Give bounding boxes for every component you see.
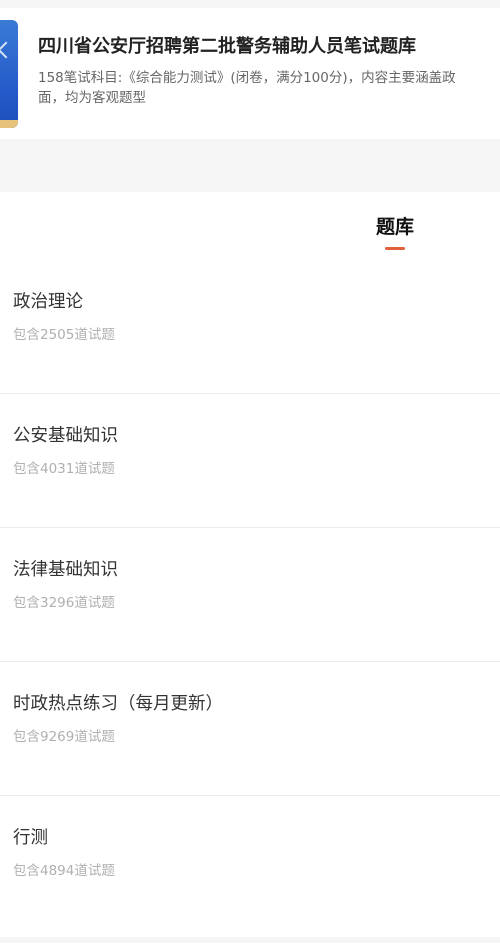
- cover-chevron-icon: [0, 41, 15, 59]
- list-item-title: 时政热点练习（每月更新）: [13, 694, 223, 714]
- list-item-title: 公安基础知识: [13, 426, 118, 446]
- list-item-current-affairs[interactable]: 时政热点练习（每月更新） 包含9269道试题: [0, 662, 500, 796]
- bank-description: 158笔试科目:《综合能力测试》(闭卷，满分100分)，内容主要涵盖政 面，均为…: [38, 68, 500, 108]
- list-item-count: 包含3296道试题: [13, 595, 115, 611]
- tab-question-bank[interactable]: 题库: [374, 212, 416, 250]
- bank-title: 四川省公安厅招聘第二批警务辅助人员笔试题库: [38, 36, 416, 57]
- list-item-count: 包含9269道试题: [13, 729, 115, 745]
- book-cover-image: [0, 20, 18, 128]
- bank-description-line-1: 158笔试科目:《综合能力测试》(闭卷，满分100分)，内容主要涵盖政: [38, 70, 456, 86]
- tab-label: 题库: [375, 216, 414, 238]
- cover-base-stripe: [0, 120, 18, 128]
- list-item-title: 政治理论: [13, 292, 83, 312]
- list-item-count: 包含2505道试题: [13, 327, 115, 343]
- list-item-law-basics[interactable]: 法律基础知识 包含3296道试题: [0, 528, 500, 662]
- bank-description-line-2: 面，均为客观题型: [38, 90, 146, 106]
- list-item-title: 法律基础知识: [13, 560, 118, 580]
- bank-header-card[interactable]: 四川省公安厅招聘第二批警务辅助人员笔试题库 158笔试科目:《综合能力测试》(闭…: [0, 8, 500, 139]
- list-item-police-basics[interactable]: 公安基础知识 包含4031道试题: [0, 394, 500, 528]
- list-item-aptitude-test[interactable]: 行测 包含4894道试题: [0, 796, 500, 930]
- list-item-count: 包含4894道试题: [13, 863, 115, 879]
- question-bank-list: 题库 政治理论 包含2505道试题 公安基础知识 包含4031道试题 法律基础知…: [0, 192, 500, 937]
- list-item-title: 行测: [13, 828, 48, 848]
- list-item-count: 包含4031道试题: [13, 461, 115, 477]
- tab-active-indicator: [385, 247, 405, 250]
- list-item-politics[interactable]: 政治理论 包含2505道试题: [0, 260, 500, 394]
